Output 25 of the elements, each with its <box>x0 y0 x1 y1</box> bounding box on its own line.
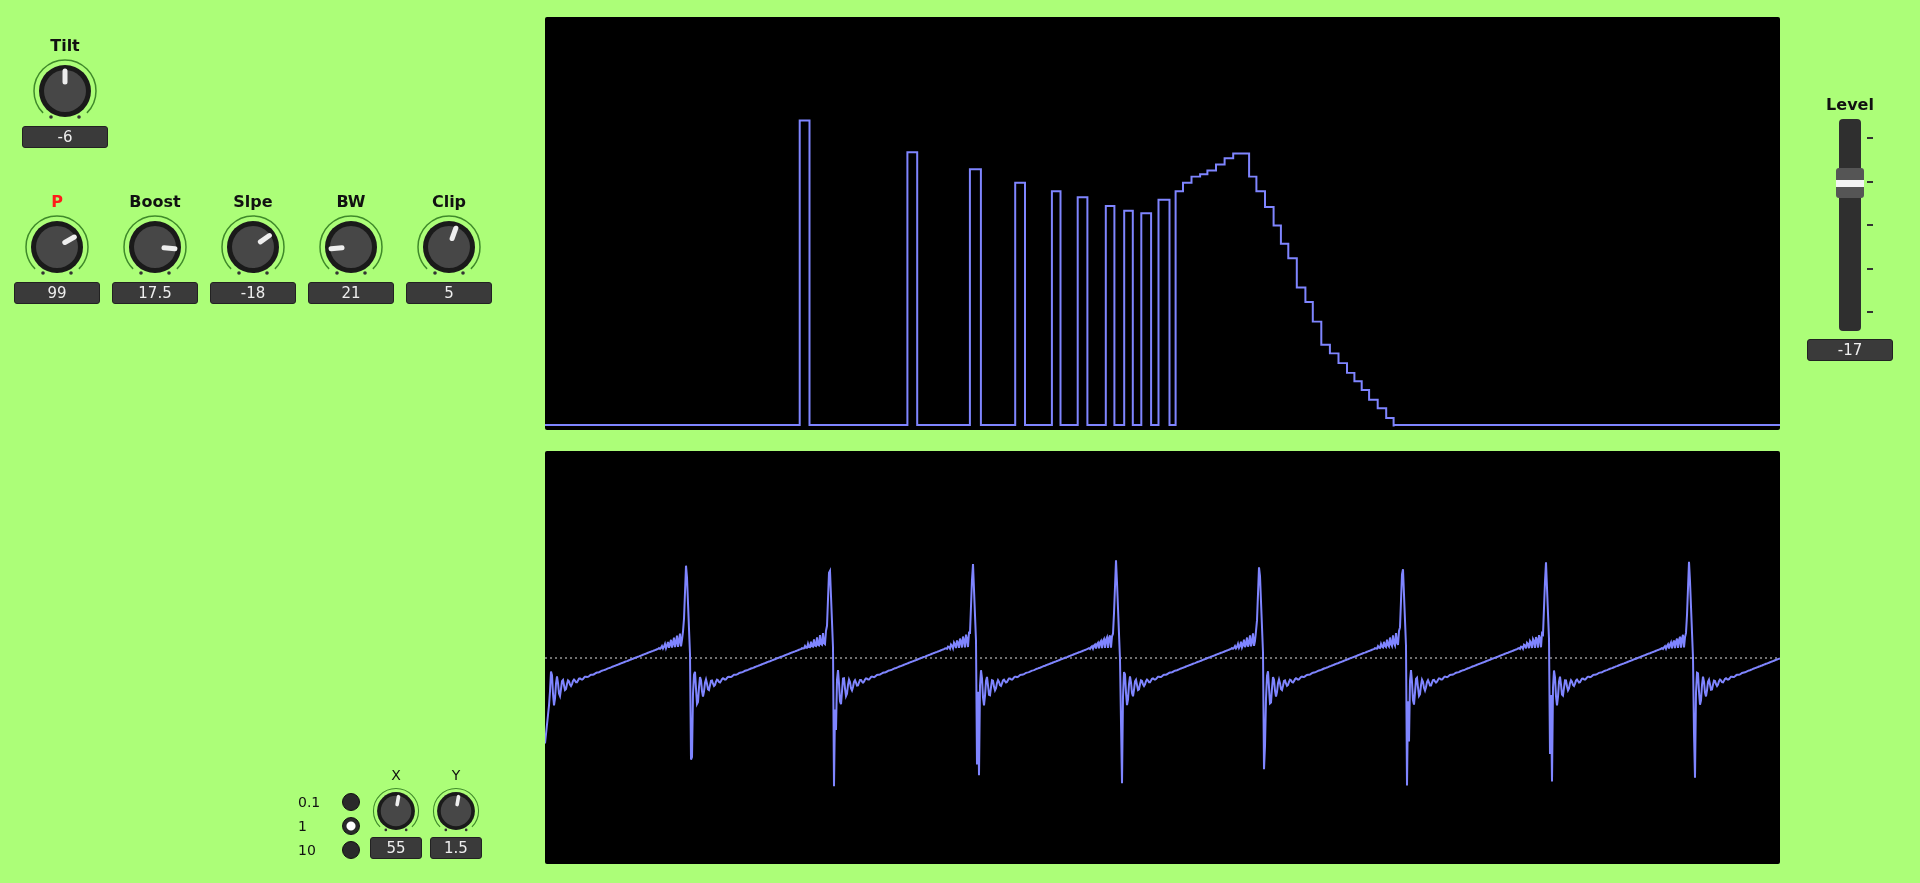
knob-label: P <box>51 192 63 212</box>
value-readout: 5 <box>406 282 492 304</box>
value-readout: -18 <box>210 282 296 304</box>
radio-button[interactable] <box>342 793 360 811</box>
knob-label: BW <box>336 192 366 212</box>
value-readout: 17.5 <box>112 282 198 304</box>
value-readout: 21 <box>308 282 394 304</box>
knob-label: Y <box>451 766 461 785</box>
scale-label: 0.1 <box>298 794 322 810</box>
scale-label: 1 <box>298 818 308 834</box>
fader-handle[interactable] <box>1836 167 1864 198</box>
knob-label: Slpe <box>233 192 273 212</box>
radio-button[interactable] <box>342 841 360 859</box>
knob-label: X <box>391 766 401 785</box>
value-readout: 1.5 <box>430 837 482 859</box>
knob-label: Tilt <box>50 36 80 56</box>
knob-label: Boost <box>129 192 181 212</box>
value-readout: 55 <box>370 837 422 859</box>
radio-button[interactable] <box>342 817 360 835</box>
knob-label: Clip <box>431 192 467 212</box>
value-readout: -17 <box>1807 339 1893 361</box>
fader-label: Level <box>1826 95 1874 115</box>
scale-label: 10 <box>298 842 317 858</box>
value-readout: -6 <box>22 126 108 148</box>
value-readout: 99 <box>14 282 100 304</box>
